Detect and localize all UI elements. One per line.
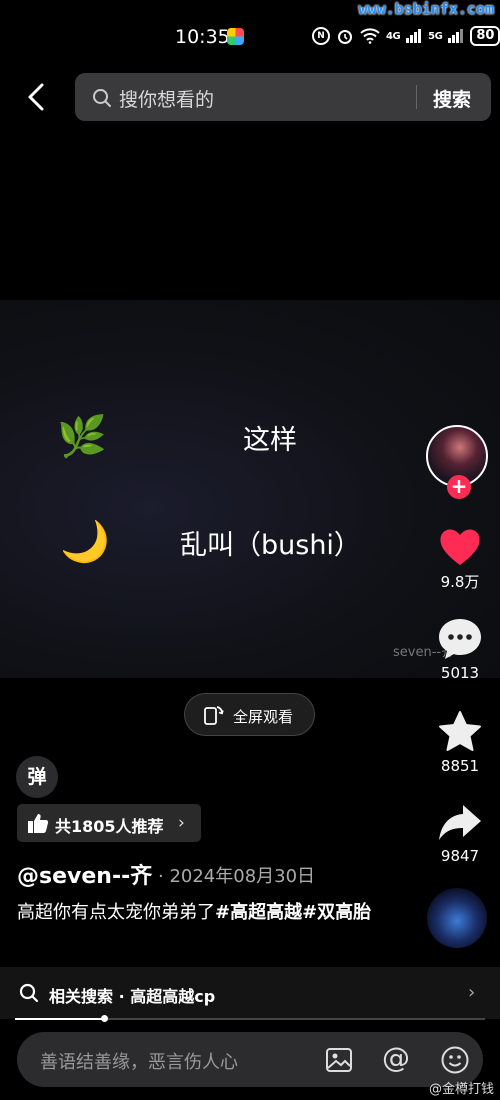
alarm-icon (338, 30, 352, 44)
weibo-watermark: @金樽打钱 (428, 1082, 494, 1097)
search-icon (19, 983, 39, 1003)
mention-icon[interactable]: @ (382, 1041, 410, 1074)
thumbs-up-icon (28, 814, 49, 833)
search-icon (93, 89, 111, 107)
heart-icon[interactable] (437, 524, 483, 570)
search-input[interactable]: 搜你想看的 (119, 85, 214, 112)
star-icon[interactable] (437, 709, 483, 755)
search-button[interactable]: 搜索 (433, 85, 471, 112)
chevron-right-icon: › (468, 982, 476, 1003)
music-disc[interactable] (427, 888, 487, 948)
follow-button[interactable]: + (447, 475, 471, 499)
like-count: 9.8万 (440, 573, 480, 591)
post-caption: 高超你有点太宠你弟弟了#高超高越#双高胎 (17, 900, 387, 926)
post-date: · 2024年08月30日 (158, 866, 316, 887)
battery-level: 80 (470, 26, 500, 46)
share-count: 9847 (440, 847, 480, 865)
caption-text: 高超你有点太宠你弟弟了 (17, 902, 215, 923)
hashtag-link[interactable]: #高超高越 (215, 902, 302, 923)
video-caption-line1: 这样 (243, 425, 297, 456)
related-search-label: 相关搜索 · 高超高越cp (49, 987, 216, 1006)
comment-count: 5013 (440, 664, 480, 682)
video-caption-line2: 乱叫（bushi） (180, 530, 361, 561)
image-icon[interactable] (325, 1046, 353, 1074)
status-time: 10:35 (175, 26, 230, 48)
network-4g-label: 4G (386, 30, 401, 42)
status-icons: N 4G 5G 80 (312, 26, 500, 46)
author-name[interactable]: @seven--齐 (17, 858, 152, 890)
emoji-icon[interactable] (440, 1045, 470, 1075)
signal-icon (448, 29, 464, 43)
hashtag-link[interactable]: #双高胎 (302, 902, 371, 923)
moon-emoji: 🌙 (60, 519, 110, 565)
signal-icon (406, 29, 422, 43)
comment-icon[interactable] (437, 616, 483, 662)
wifi-icon (360, 28, 380, 44)
video-progress-fill (15, 1018, 105, 1020)
site-watermark: www.bsbinfx.com (358, 0, 494, 18)
video-player[interactable] (0, 300, 500, 678)
recommend-label: 共1805人推荐 (55, 817, 164, 836)
rotate-screen-icon (204, 706, 224, 725)
search-divider (416, 85, 417, 109)
share-icon[interactable] (437, 800, 483, 846)
app-notification-icon (227, 28, 244, 45)
nfc-icon: N (312, 27, 330, 45)
network-5g-label: 5G (428, 30, 443, 42)
chevron-right-icon: › (178, 813, 185, 833)
back-icon[interactable] (22, 80, 52, 114)
video-progress-handle[interactable] (101, 1015, 109, 1022)
favorite-count: 8851 (440, 757, 480, 775)
danmaku-toggle[interactable]: 弹 (16, 756, 58, 798)
comment-input[interactable]: 善语结善缘，恶言伤人心 (40, 1048, 238, 1074)
fullscreen-label: 全屏观看 (233, 708, 294, 726)
